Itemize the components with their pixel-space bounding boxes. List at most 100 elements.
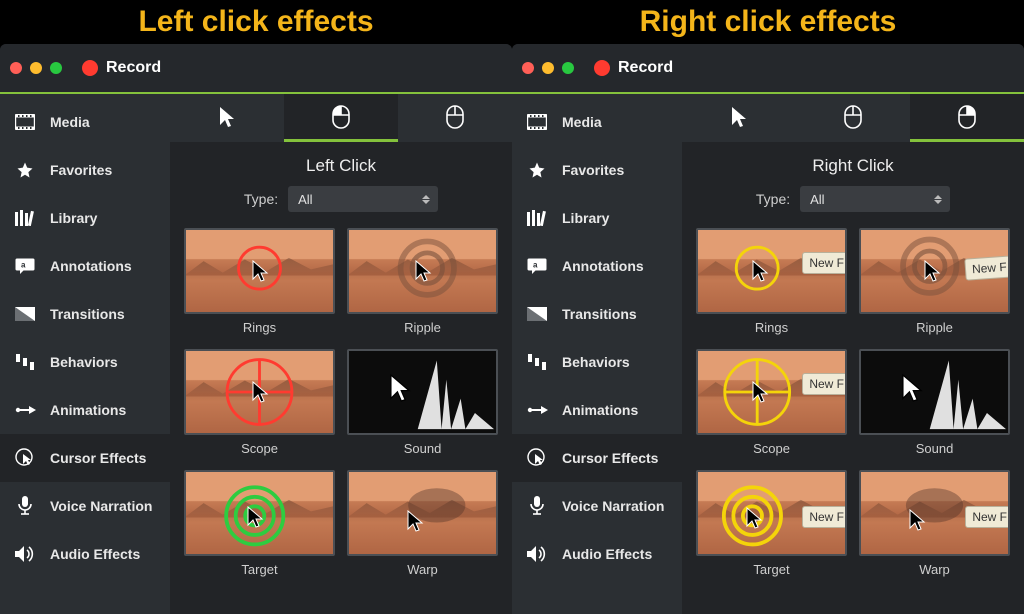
sidebar-item-label: Behaviors bbox=[562, 354, 630, 370]
effect-tile-label: Ripple bbox=[347, 314, 498, 337]
media-icon bbox=[14, 114, 36, 130]
sidebar-item-behaviors[interactable]: Behaviors bbox=[512, 338, 682, 386]
traffic-close[interactable] bbox=[10, 62, 22, 74]
effect-tile-sound[interactable]: Sound bbox=[347, 349, 498, 458]
sidebar-item-label: Voice Narration bbox=[50, 498, 152, 514]
sidebar-item-transitions[interactable]: Transitions bbox=[512, 290, 682, 338]
effect-tile-warp[interactable]: Warp bbox=[347, 470, 498, 579]
effect-tile-ripple[interactable]: Ripple bbox=[347, 228, 498, 337]
effect-tile-scope[interactable]: Scope bbox=[184, 349, 335, 458]
tab-left-click[interactable] bbox=[284, 94, 398, 142]
star-icon bbox=[14, 161, 36, 179]
sidebar-item-media[interactable]: Media bbox=[0, 98, 170, 146]
cursor-arrow-icon bbox=[246, 506, 264, 528]
cursor-arrow-icon bbox=[745, 507, 763, 529]
sidebar-item-label: Cursor Effects bbox=[50, 450, 146, 466]
cursor-arrow-icon bbox=[406, 510, 424, 532]
traffic-minimize[interactable] bbox=[30, 62, 42, 74]
sidebar-item-label: Audio Effects bbox=[562, 546, 652, 562]
sidebar-item-annotations[interactable]: a Annotations bbox=[512, 242, 682, 290]
effect-tile-warp[interactable]: New F Warp bbox=[859, 470, 1010, 579]
effect-tile-rings[interactable]: New F Rings bbox=[696, 228, 847, 337]
tab-bar bbox=[682, 94, 1024, 142]
sidebar-item-label: Annotations bbox=[50, 258, 132, 274]
titlebar: Record bbox=[512, 44, 1024, 92]
sidebar-item-label: Transitions bbox=[50, 306, 125, 322]
speaker-icon bbox=[14, 545, 36, 563]
effect-tile-label: Sound bbox=[347, 435, 498, 458]
mouse-right-icon bbox=[958, 105, 976, 129]
type-dropdown[interactable]: All bbox=[288, 186, 438, 212]
sidebar-item-animations[interactable]: Animations bbox=[0, 386, 170, 434]
traffic-close[interactable] bbox=[522, 62, 534, 74]
tooltip-label: New F bbox=[802, 373, 847, 395]
star-icon bbox=[526, 161, 548, 179]
chevron-sort-icon bbox=[422, 195, 430, 204]
cursor-arrow-icon bbox=[414, 260, 432, 282]
sidebar-item-transitions[interactable]: Transitions bbox=[0, 290, 170, 338]
effect-tile-ripple[interactable]: New F Ripple bbox=[859, 228, 1010, 337]
sidebar-item-label: Behaviors bbox=[50, 354, 118, 370]
sidebar-item-favorites[interactable]: Favorites bbox=[512, 146, 682, 194]
effect-tile-sound[interactable]: Sound bbox=[859, 349, 1010, 458]
sidebar-item-label: Library bbox=[50, 210, 97, 226]
app-window-left: Record Media Favorites bbox=[0, 44, 512, 614]
cursor-arrow-icon bbox=[251, 381, 269, 403]
sidebar-item-label: Annotations bbox=[562, 258, 644, 274]
cursor-arrow-icon bbox=[751, 381, 769, 403]
effect-tile-label: Scope bbox=[696, 435, 847, 458]
sidebar-item-annotations[interactable]: a Annotations bbox=[0, 242, 170, 290]
transitions-icon bbox=[526, 307, 548, 321]
traffic-zoom[interactable] bbox=[562, 62, 574, 74]
record-label[interactable]: Record bbox=[618, 59, 673, 77]
tab-right-click[interactable] bbox=[910, 94, 1024, 142]
mouse-left-icon bbox=[844, 105, 862, 129]
cursor-arrow-icon bbox=[389, 374, 412, 403]
sidebar-item-audio-effects[interactable]: Audio Effects bbox=[0, 530, 170, 578]
effect-tile-target[interactable]: Target bbox=[184, 470, 335, 579]
sidebar-item-favorites[interactable]: Favorites bbox=[0, 146, 170, 194]
record-label[interactable]: Record bbox=[106, 59, 161, 77]
sidebar-item-media[interactable]: Media bbox=[512, 98, 682, 146]
media-icon bbox=[526, 114, 548, 130]
tab-cursor[interactable] bbox=[682, 94, 796, 142]
mouse-left-icon bbox=[332, 105, 350, 129]
behaviors-icon bbox=[14, 354, 36, 370]
sidebar-item-label: Favorites bbox=[50, 162, 112, 178]
tab-left-click[interactable] bbox=[796, 94, 910, 142]
traffic-minimize[interactable] bbox=[542, 62, 554, 74]
panel-title: Right Click bbox=[812, 156, 893, 176]
sidebar-item-cursor-effects[interactable]: Cursor Effects bbox=[512, 434, 682, 482]
sidebar-item-library[interactable]: Library bbox=[0, 194, 170, 242]
sound-effect-preview bbox=[349, 351, 496, 433]
sidebar-item-animations[interactable]: Animations bbox=[512, 386, 682, 434]
effect-tile-rings[interactable]: Rings bbox=[184, 228, 335, 337]
sidebar-item-label: Library bbox=[562, 210, 609, 226]
traffic-zoom[interactable] bbox=[50, 62, 62, 74]
effect-tile-label: Warp bbox=[347, 556, 498, 579]
sidebar-item-library[interactable]: Library bbox=[512, 194, 682, 242]
sidebar-item-behaviors[interactable]: Behaviors bbox=[0, 338, 170, 386]
effect-tile-label: Rings bbox=[696, 314, 847, 337]
effect-tile-label: Target bbox=[696, 556, 847, 579]
cursor-arrow-icon bbox=[908, 509, 926, 531]
type-dropdown-value: All bbox=[298, 192, 312, 207]
effect-tile-label: Scope bbox=[184, 435, 335, 458]
sidebar-item-voice-narration[interactable]: Voice Narration bbox=[0, 482, 170, 530]
speaker-icon bbox=[526, 545, 548, 563]
svg-text:a: a bbox=[21, 261, 26, 270]
sidebar: Media Favorites Library bbox=[0, 94, 170, 614]
tab-right-click[interactable] bbox=[398, 94, 512, 142]
sidebar-item-voice-narration[interactable]: Voice Narration bbox=[512, 482, 682, 530]
sidebar-item-label: Animations bbox=[562, 402, 638, 418]
effect-tile-target[interactable]: New F Target bbox=[696, 470, 847, 579]
record-icon[interactable] bbox=[594, 60, 610, 76]
effect-tile-label: Rings bbox=[184, 314, 335, 337]
record-icon[interactable] bbox=[82, 60, 98, 76]
tooltip-label: New F bbox=[802, 506, 847, 528]
effect-tile-scope[interactable]: New F Scope bbox=[696, 349, 847, 458]
type-dropdown[interactable]: All bbox=[800, 186, 950, 212]
sidebar-item-cursor-effects[interactable]: Cursor Effects bbox=[0, 434, 170, 482]
sidebar-item-audio-effects[interactable]: Audio Effects bbox=[512, 530, 682, 578]
tab-cursor[interactable] bbox=[170, 94, 284, 142]
